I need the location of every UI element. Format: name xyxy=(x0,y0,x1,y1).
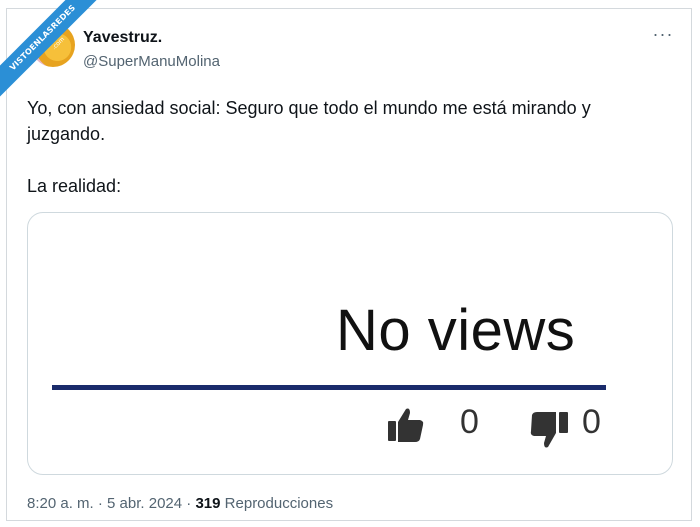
progress-bar xyxy=(52,385,606,390)
more-options-button[interactable]: ··· xyxy=(651,24,675,49)
tweet-text: Yo, con ansiedad social: Seguro que todo… xyxy=(27,95,667,225)
meta-separator: · xyxy=(186,495,192,512)
thumbs-down-icon xyxy=(530,412,568,448)
views-count: 319 xyxy=(195,495,221,512)
tweet-date[interactable]: 5 abr. 2024 xyxy=(107,495,182,512)
author-display-name[interactable]: Yavestruz. xyxy=(83,29,162,47)
thumbs-up-icon xyxy=(388,408,424,442)
views-label: Reproducciones xyxy=(224,495,334,512)
tweet-card: VISTOENLASREDES .com Yavestruz. @SuperMa… xyxy=(0,0,692,521)
tweet-paragraph: La realidad: xyxy=(27,176,122,196)
meta-separator: · xyxy=(97,495,103,512)
author-handle[interactable]: @SuperManuMolina xyxy=(83,53,220,70)
likes-count: 0 xyxy=(460,403,479,441)
tweet-paragraph: Yo, con ansiedad social: Seguro que todo… xyxy=(27,98,591,144)
more-horizontal-icon: ··· xyxy=(652,24,674,44)
media-image[interactable]: No views 0 0 xyxy=(27,212,673,475)
meme-title: No views xyxy=(336,298,576,363)
tweet-time[interactable]: 8:20 a. m. xyxy=(27,495,94,512)
dislikes-count: 0 xyxy=(582,403,601,441)
tweet-metadata: 8:20 a. m. · 5 abr. 2024 · 319 Reproducc… xyxy=(27,495,333,512)
